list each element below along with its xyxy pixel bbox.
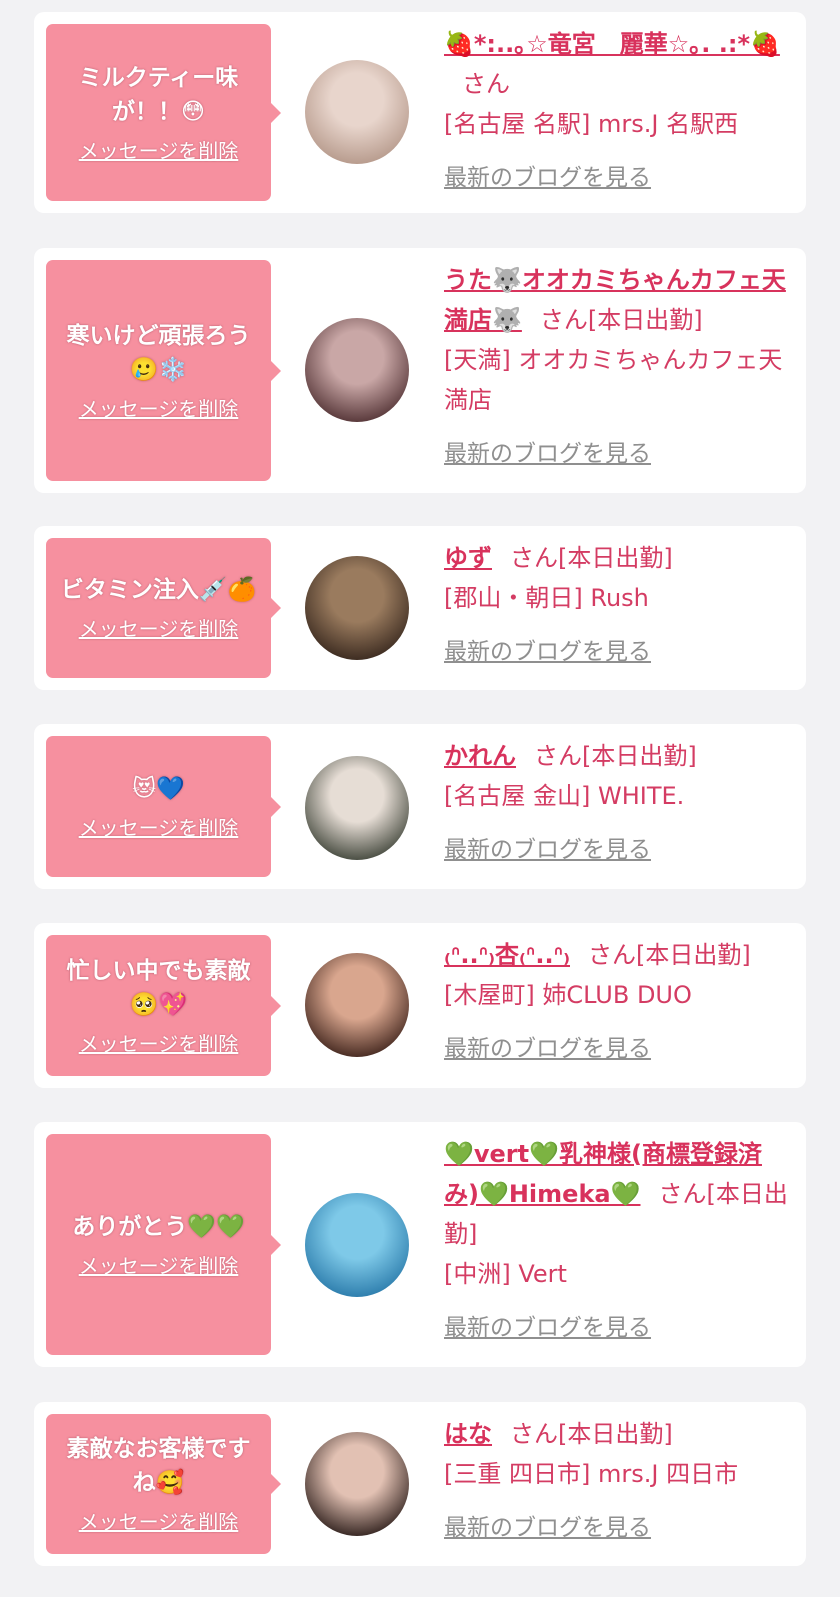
message-card: 素敵なお客様ですね🥰 メッセージを削除 はな さん[本日出勤] [三重 四日市] … <box>34 1402 806 1566</box>
message-text: ミルクティー味が！！😳 <box>78 64 239 125</box>
girl-name-link[interactable]: かれん <box>444 742 516 770</box>
latest-blog-link[interactable]: 最新のブログを見る <box>444 434 796 474</box>
girl-info: 💚vert💚乳神様(商標登録済み)💚Himeka💚 さん[本日出勤] [中洲] V… <box>444 1134 796 1348</box>
latest-blog-link[interactable]: 最新のブログを見る <box>444 632 796 672</box>
girl-name-link[interactable]: ゆず <box>444 544 492 572</box>
message-bubble: ありがとう💚💚 メッセージを削除 <box>46 1134 281 1355</box>
girl-info: かれん さん[本日出勤] [名古屋 金山] WHITE. 最新のブログを見る <box>444 736 796 870</box>
latest-blog-link[interactable]: 最新のブログを見る <box>444 1508 796 1548</box>
latest-blog-link[interactable]: 最新のブログを見る <box>444 1029 796 1069</box>
shop-label: [木屋町] 姉CLUB DUO <box>444 981 692 1009</box>
message-bubble: 寒いけど頑張ろう🥲❄️ メッセージを削除 <box>46 260 281 481</box>
shop-label: [天満] オオカミちゃんカフェ天満店 <box>444 346 783 414</box>
message-bubble: 素敵なお客様ですね🥰 メッセージを削除 <box>46 1414 281 1554</box>
message-bubble: ミルクティー味が！！😳 メッセージを削除 <box>46 24 281 201</box>
message-bubble: 忙しい中でも素敵🥺💖 メッセージを削除 <box>46 935 281 1076</box>
delete-message-link[interactable]: メッセージを削除 <box>79 1252 239 1280</box>
honorific: さん[本日出勤] <box>534 742 697 770</box>
honorific: さん[本日出勤] <box>539 306 703 334</box>
avatar[interactable] <box>305 1432 409 1536</box>
avatar[interactable] <box>305 953 409 1057</box>
message-card: ビタミン注入💉🍊 メッセージを削除 ゆず さん[本日出勤] [郡山・朝日] Rus… <box>34 526 806 690</box>
delete-message-link[interactable]: メッセージを削除 <box>79 1030 239 1058</box>
message-card: ありがとう💚💚 メッセージを削除 💚vert💚乳神様(商標登録済み)💚Himek… <box>34 1122 806 1367</box>
girl-info: ₍ᐢ..ᐢ₎杏₍ᐢ..ᐢ₎ さん[本日出勤] [木屋町] 姉CLUB DUO 最新… <box>444 935 796 1069</box>
girl-info: はな さん[本日出勤] [三重 四日市] mrs.J 四日市 最新のブログを見る <box>444 1414 796 1548</box>
girl-name-link[interactable]: ₍ᐢ..ᐢ₎杏₍ᐢ..ᐢ₎ <box>444 941 570 969</box>
message-card: ミルクティー味が！！😳 メッセージを削除 🍓*:..｡☆竜宮 麗華☆｡. .:*… <box>34 12 806 213</box>
girl-info: 🍓*:..｡☆竜宮 麗華☆｡. .:*🍓 さん [名古屋 名駅] mrs.J 名駅… <box>444 24 796 198</box>
latest-blog-link[interactable]: 最新のブログを見る <box>444 830 796 870</box>
girl-info: うた🐺オオカミちゃんカフェ天満店🐺 さん[本日出勤] [天満] オオカミちゃんカフ… <box>444 260 796 474</box>
latest-blog-link[interactable]: 最新のブログを見る <box>444 158 796 198</box>
delete-message-link[interactable]: メッセージを削除 <box>79 395 239 423</box>
honorific: さん[本日出勤] <box>588 941 751 969</box>
message-bubble: 😻💙 メッセージを削除 <box>46 736 281 877</box>
latest-blog-link[interactable]: 最新のブログを見る <box>444 1308 796 1348</box>
message-text: 寒いけど頑張ろう🥲❄️ <box>66 322 251 383</box>
delete-message-link[interactable]: メッセージを削除 <box>79 615 239 643</box>
delete-message-link[interactable]: メッセージを削除 <box>79 814 239 842</box>
message-text: 忙しい中でも素敵🥺💖 <box>66 957 251 1018</box>
message-card: 😻💙 メッセージを削除 かれん さん[本日出勤] [名古屋 金山] WHITE. … <box>34 724 806 889</box>
delete-message-link[interactable]: メッセージを削除 <box>79 1508 239 1536</box>
message-bubble: ビタミン注入💉🍊 メッセージを削除 <box>46 538 281 678</box>
delete-message-link[interactable]: メッセージを削除 <box>79 137 239 165</box>
message-text: ありがとう💚💚 <box>72 1213 245 1240</box>
avatar[interactable] <box>305 318 409 422</box>
avatar[interactable] <box>305 556 409 660</box>
avatar[interactable] <box>305 60 409 164</box>
message-card: 忙しい中でも素敵🥺💖 メッセージを削除 ₍ᐢ..ᐢ₎杏₍ᐢ..ᐢ₎ さん[本日出勤… <box>34 923 806 1088</box>
shop-label: [郡山・朝日] Rush <box>444 584 649 612</box>
honorific: さん <box>462 70 510 98</box>
girl-name-link[interactable]: 🍓*:..｡☆竜宮 麗華☆｡. .:*🍓 <box>444 30 780 58</box>
message-text: 😻💙 <box>132 775 185 802</box>
message-text: 素敵なお客様ですね🥰 <box>66 1436 251 1496</box>
shop-label: [中洲] Vert <box>444 1260 567 1288</box>
honorific: さん[本日出勤] <box>510 1420 673 1448</box>
shop-label: [名古屋 金山] WHITE. <box>444 782 685 810</box>
message-text: ビタミン注入💉🍊 <box>60 577 257 603</box>
avatar[interactable] <box>305 1193 409 1297</box>
shop-label: [名古屋 名駅] mrs.J 名駅西 <box>444 110 739 138</box>
girl-info: ゆず さん[本日出勤] [郡山・朝日] Rush 最新のブログを見る <box>444 538 796 672</box>
girl-name-link[interactable]: はな <box>444 1420 492 1448</box>
shop-label: [三重 四日市] mrs.J 四日市 <box>444 1460 739 1488</box>
message-card: 寒いけど頑張ろう🥲❄️ メッセージを削除 うた🐺オオカミちゃんカフェ天満店🐺 さん… <box>34 248 806 493</box>
honorific: さん[本日出勤] <box>510 544 673 572</box>
avatar[interactable] <box>305 756 409 860</box>
